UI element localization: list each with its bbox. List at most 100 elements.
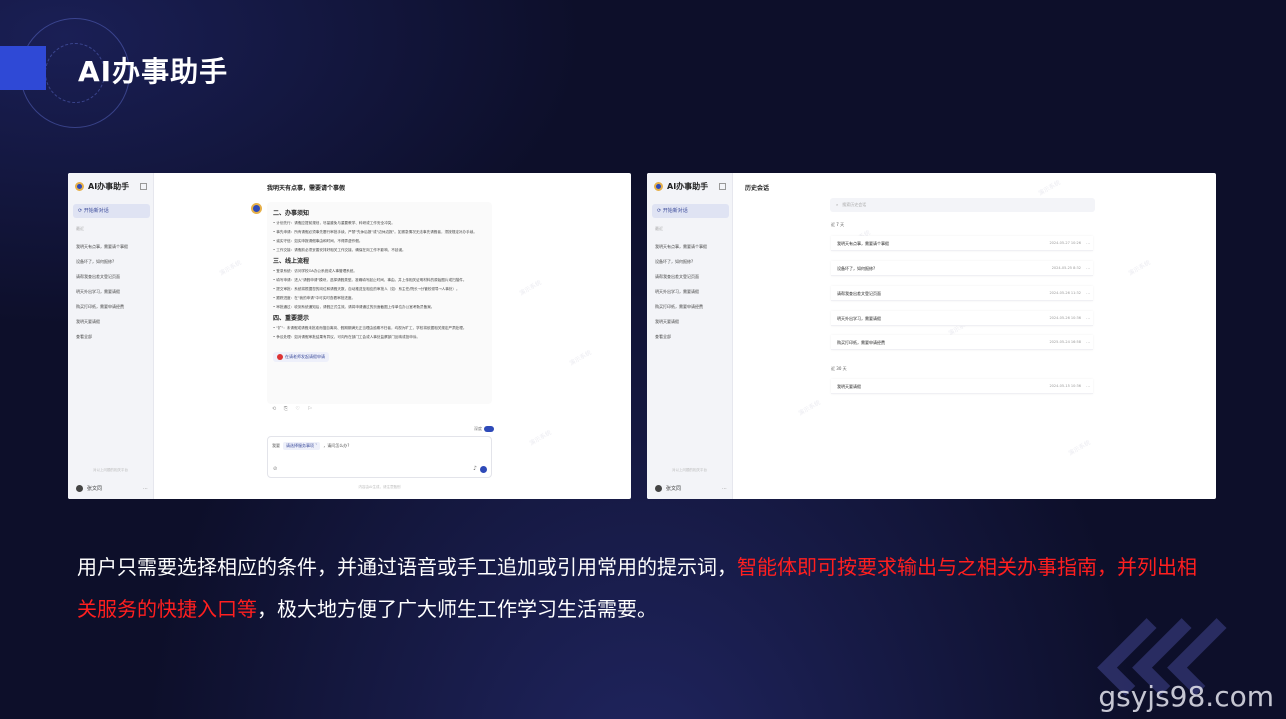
user-name: 张文同 bbox=[87, 486, 103, 492]
sidebar-footer-note: 对以上问题的相关平台 bbox=[672, 468, 707, 472]
toggle-label: 深度 bbox=[474, 426, 482, 431]
sidebar-history-item[interactable]: 请帮我查出差文登记页面 bbox=[76, 269, 128, 284]
sidebar-history-item[interactable]: 请帮我查出差文登记页面 bbox=[655, 269, 707, 284]
more-icon[interactable]: ⋯ bbox=[1086, 286, 1090, 301]
prompt-suffix: ，请问怎么办? bbox=[323, 443, 350, 448]
ai-disclaimer: 内容由AI生成，请注意甄别 bbox=[358, 485, 401, 489]
message-paragraph: • 计划先行：请假应提前规划，尽量避免与重要教学、科研或工作安全冲突。 bbox=[273, 221, 395, 225]
sidebar-history-item[interactable]: 明天外出学习，需要请假 bbox=[76, 284, 128, 299]
slide-caption: 用户只需要选择相应的条件，并通过语音或手工追加或引用常用的提示词，智能体即可按要… bbox=[77, 546, 1207, 630]
history-row-date: 2024-05-25 8:32 bbox=[1051, 266, 1081, 270]
message-paragraph: • 提交审批：系统将根据您的岗位和请假天数，自动推送至相应的审批人（如：系主任/… bbox=[273, 287, 460, 291]
message-heading: 四、重要提示 bbox=[273, 315, 310, 322]
sidebar-history-item[interactable]: 我明天要请假 bbox=[76, 314, 128, 329]
history-row[interactable]: 我明天有点事，需要请个事假 2024-05-27 10:26 ⋯ bbox=[831, 236, 1093, 251]
more-icon[interactable]: ⋯ bbox=[1086, 236, 1090, 251]
history-row-date: 2024-05-26 10:36 bbox=[1049, 316, 1081, 320]
message-paragraph: • 争议处理：如对请假审批结果有异议，可向所在部门工会或人事处监察部门反映或投申… bbox=[273, 335, 421, 339]
service-shortcut-link[interactable]: 在请老师发起请假申请 bbox=[273, 352, 329, 362]
sidebar-history-item[interactable]: 购买打印纸，需要申请经费 bbox=[76, 299, 128, 314]
message-paragraph: • 登录系统：访问学校OA办公系统或人事管理系统。 bbox=[273, 269, 357, 273]
send-button[interactable] bbox=[480, 466, 487, 473]
watermark: 演示系统 bbox=[568, 349, 593, 368]
watermark: 演示系统 bbox=[797, 399, 822, 418]
bot-avatar-icon bbox=[251, 203, 262, 214]
page-title: AI办事助手 bbox=[78, 55, 229, 88]
sidebar-history-item[interactable]: 我明天有点事，需要请个事假 bbox=[655, 239, 707, 254]
watermark: 演示系统 bbox=[1037, 179, 1062, 198]
history-row-title: 我明天有点事，需要请个事假 bbox=[837, 241, 889, 246]
header-accent-bar bbox=[0, 46, 46, 90]
history-row[interactable]: 购买打印纸，需要申请经费 2025-05-24 16:58 ⋯ bbox=[831, 335, 1093, 350]
sidebar: AI办事助手 ⟳ 开始新对话 最近 我明天有点事，需要请个事假 设备坏了，如何报… bbox=[647, 173, 733, 499]
history-row-title: 明天外出学习，需要请假 bbox=[837, 316, 881, 321]
history-row[interactable]: 请帮我查出差文登记页面 2024-05-26 11:32 ⋯ bbox=[831, 286, 1093, 301]
more-icon[interactable]: ⋯ bbox=[1086, 261, 1090, 276]
history-row[interactable]: 明天外出学习，需要请假 2024-05-26 10:36 ⋯ bbox=[831, 311, 1093, 326]
chat-screenshot: 演示系统 演示系统 演示系统 演示系统 演示系统 演示系统 AI办事助手 ⟳ 开… bbox=[68, 173, 631, 499]
robot-icon bbox=[75, 182, 84, 191]
history-row[interactable]: 设备坏了，如何报修? 2024-05-25 8:32 ⋯ bbox=[831, 261, 1093, 276]
history-list: 我明天有点事，需要请个事假 设备坏了，如何报修? 请帮我查出差文登记页面 明天外… bbox=[76, 239, 128, 344]
toggle-switch[interactable] bbox=[484, 426, 494, 432]
view-all-link[interactable]: 查看全部 bbox=[655, 329, 707, 344]
new-chat-button[interactable]: ⟳ 开始新对话 bbox=[73, 204, 150, 218]
watermark: 演示系统 bbox=[1127, 259, 1152, 278]
new-chat-button[interactable]: ⟳ 开始新对话 bbox=[652, 204, 729, 218]
more-icon[interactable]: ⋯ bbox=[143, 486, 148, 492]
history-search-input[interactable]: ⌕ 搜索历史会话 bbox=[830, 198, 1095, 212]
group-label-7-days: 近 7 天 bbox=[831, 222, 845, 227]
message-paragraph: • 审批通过：收到系统通知后，请假正式生效。请将申请通过的页面截图上传单位办公室… bbox=[273, 305, 435, 309]
sidebar-history-item[interactable]: 设备坏了，如何报修? bbox=[76, 254, 128, 269]
assistant-message: 二、办事须知 • 计划先行：请假应提前规划，尽量避免与重要教学、科研或工作安全冲… bbox=[267, 202, 492, 404]
caption-text: 用户只需要选择相应的条件，并通过语音或手工追加或引用常用的提示词， bbox=[77, 555, 737, 579]
sidebar-history-item[interactable]: 购买打印纸，需要申请经费 bbox=[655, 299, 707, 314]
message-paragraph: • 跟踪进度：在"我的申请"中可实时查看审批进度。 bbox=[273, 296, 356, 300]
sidebar: AI办事助手 ⟳ 开始新对话 最近 我明天有点事，需要请个事假 设备坏了，如何报… bbox=[68, 173, 154, 499]
view-all-link[interactable]: 查看全部 bbox=[76, 329, 128, 344]
prompt-template: 我要 请选择服务事项 ˅ ，请问怎么办? bbox=[272, 442, 349, 450]
message-actions[interactable]: ⟲ ⎘ ♡ ⚐ bbox=[272, 406, 315, 412]
message-heading: 二、办事须知 bbox=[273, 210, 310, 217]
app-name: AI办事助手 bbox=[667, 182, 709, 191]
message-paragraph: • 工作交接：请假前必须妥善安排好相关工作交接，确保在岗工作不影响、不延误。 bbox=[273, 248, 406, 252]
sidebar-history-item[interactable]: 明天外出学习，需要请假 bbox=[655, 284, 707, 299]
history-list: 我明天有点事，需要请个事假 设备坏了，如何报修? 请帮我查出差文登记页面 明天外… bbox=[655, 239, 707, 344]
group-label-30-days: 近 30 天 bbox=[831, 366, 847, 371]
sidebar-history-item[interactable]: 我明天要请假 bbox=[655, 314, 707, 329]
recent-label: 最近 bbox=[76, 226, 84, 231]
app-logo: AI办事助手 bbox=[654, 181, 708, 192]
attach-icon[interactable]: ⊘ bbox=[273, 466, 277, 472]
more-icon[interactable]: ⋯ bbox=[1086, 335, 1090, 350]
service-select[interactable]: 请选择服务事项 ˅ bbox=[283, 442, 321, 450]
user-profile[interactable]: 张文同 ⋯ bbox=[655, 485, 727, 492]
history-row[interactable]: 我明天要请假 2024-05-15 10:36 ⋯ bbox=[831, 379, 1093, 394]
avatar bbox=[655, 485, 662, 492]
message-paragraph: • "扩"：未请假或请假未批准而擅自离岗、假期期满无正当理由逾期不归者，均视为旷… bbox=[273, 326, 467, 330]
history-row-date: 2024-05-26 11:32 bbox=[1049, 291, 1081, 295]
watermark: 演示系统 bbox=[1067, 439, 1092, 458]
search-icon: ⌕ bbox=[836, 202, 839, 207]
watermark: 演示系统 bbox=[528, 429, 553, 448]
recent-label: 最近 bbox=[655, 226, 663, 231]
message-paragraph: • 填写申请：进入"请假申请"模块，选择请假类型。准确填写起止时间、事由。并上传… bbox=[273, 278, 467, 282]
sidebar-collapse-icon[interactable] bbox=[140, 183, 147, 190]
sidebar-history-item[interactable]: 设备坏了，如何报修? bbox=[655, 254, 707, 269]
avatar bbox=[76, 485, 83, 492]
message-heading: 三、线上流程 bbox=[273, 258, 310, 265]
sidebar-collapse-icon[interactable] bbox=[719, 183, 726, 190]
more-icon[interactable]: ⋯ bbox=[1086, 311, 1090, 326]
watermark: 演示系统 bbox=[218, 259, 243, 278]
deep-think-toggle[interactable]: 深度 bbox=[474, 426, 494, 432]
sidebar-history-item[interactable]: 我明天有点事，需要请个事假 bbox=[76, 239, 128, 254]
history-row-date: 2024-05-15 10:36 bbox=[1049, 384, 1081, 388]
app-name: AI办事助手 bbox=[88, 182, 130, 191]
microphone-icon[interactable]: ♪ bbox=[473, 465, 477, 472]
history-row-title: 我明天要请假 bbox=[837, 384, 861, 389]
more-icon[interactable]: ⋯ bbox=[722, 486, 727, 492]
sidebar-footer-note: 对以上问题的相关平台 bbox=[93, 468, 128, 472]
history-row-date: 2024-05-27 10:26 bbox=[1049, 241, 1081, 245]
more-icon[interactable]: ⋯ bbox=[1086, 379, 1090, 394]
user-profile[interactable]: 张文同 ⋯ bbox=[76, 485, 148, 492]
chat-input[interactable]: 我要 请选择服务事项 ˅ ，请问怎么办? ⊘ ♪ bbox=[267, 436, 492, 478]
